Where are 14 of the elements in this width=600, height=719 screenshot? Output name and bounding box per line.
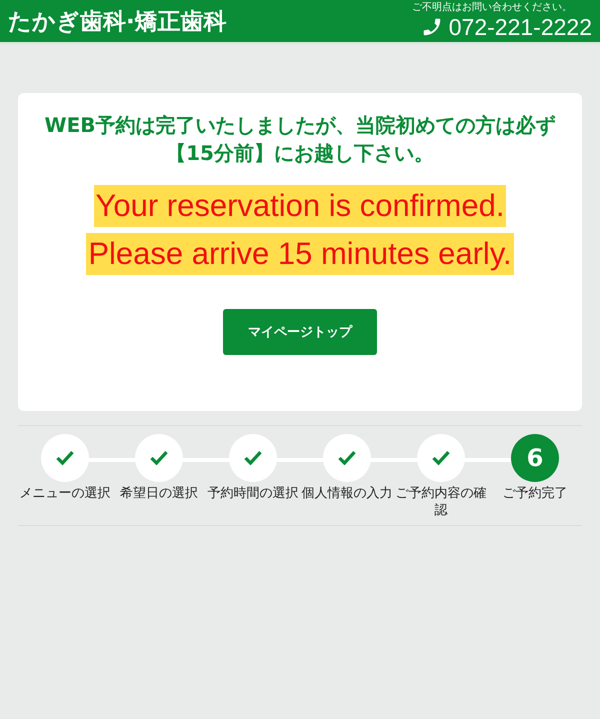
step-label: メニューの選択 xyxy=(18,485,112,502)
notice-heading: WEB予約は完了いたしましたが、当院初めての方は必ず【15分前】にお越し下さい。 xyxy=(44,112,556,167)
mypage-button[interactable]: マイページトップ xyxy=(223,309,377,355)
highlighted-notice: Please arrive 15 minutes early. xyxy=(86,233,514,275)
step-label: ご予約内容の確認 xyxy=(394,485,488,519)
step-label: ご予約完了 xyxy=(502,485,568,502)
highlighted-notice: Your reservation is confirmed. xyxy=(94,185,506,227)
clinic-name: たかぎ歯科·矯正歯科 xyxy=(8,8,227,36)
step-label: 希望日の選択 xyxy=(119,485,199,502)
contact-note: ご不明点はお問い合わせください。 xyxy=(412,2,572,14)
current-step-number: 6 xyxy=(511,434,559,482)
step-label: 個人情報の入力 xyxy=(300,485,394,502)
phone-number[interactable]: 072-221-2222 xyxy=(448,14,592,40)
step-label: 予約時間の選択 xyxy=(206,485,300,502)
